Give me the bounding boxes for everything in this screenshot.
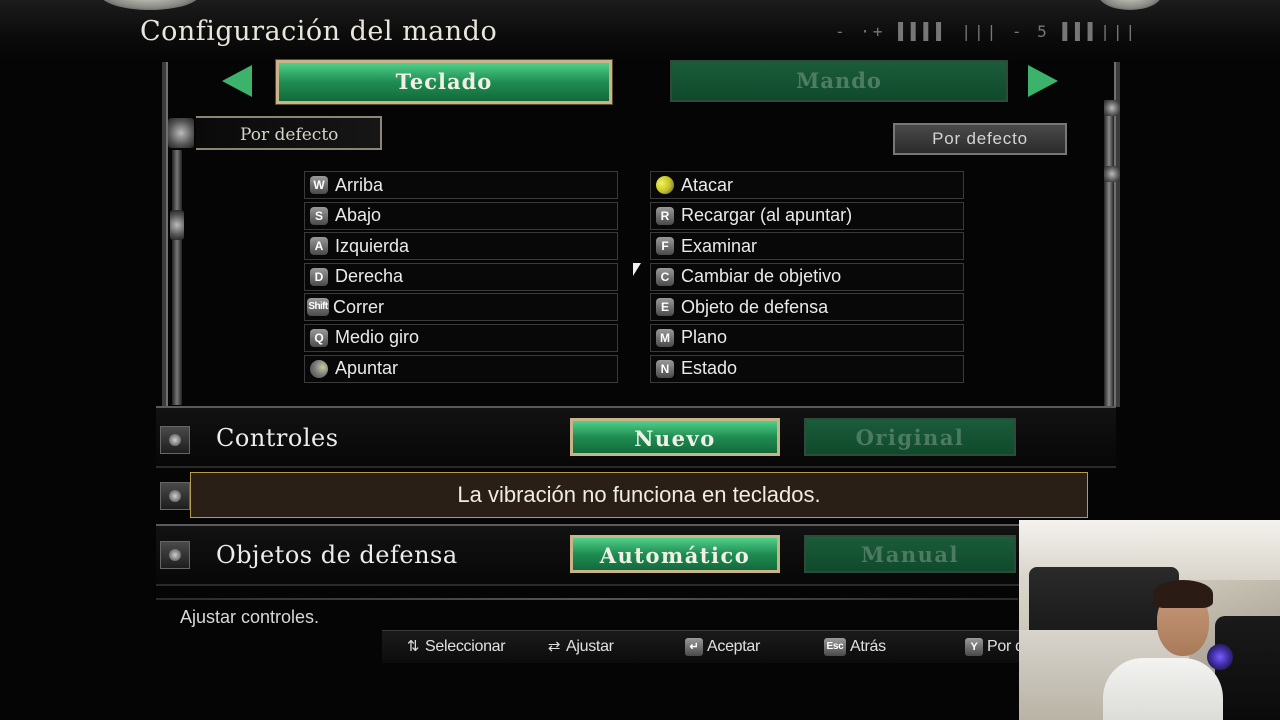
side-bolt-icon [160,541,190,569]
page-title: Configuración del mando [140,16,498,47]
objetos-automatico-button[interactable]: Automático [570,535,780,573]
webcam-person-hair [1153,580,1213,608]
binding-label: Apuntar [335,358,399,379]
legend-label: Seleccionar [425,638,506,655]
legend-atras: Esc Atrás [824,638,886,656]
enter-key-icon: ↵ [685,638,703,656]
key-q-icon: Q [310,328,328,347]
binding-row-correr[interactable]: Shift Correr [304,293,618,322]
y-key-icon: Y [965,638,983,656]
objetos-manual-button[interactable]: Manual [804,535,1016,573]
key-w-icon: W [310,176,328,194]
frame-bolt [1104,100,1120,116]
side-bolt-icon [160,426,190,454]
help-hint: Ajustar controles. [180,607,320,627]
key-shift-icon: Shift [307,298,329,317]
key-s-icon: S [310,206,328,225]
key-e-icon: E [656,298,674,317]
bindings-column-left: W Arriba S Abajo A Izquierda D Derecha S… [304,171,618,385]
controles-original-button[interactable]: Original [804,418,1016,456]
next-tab-arrow-icon[interactable] [1028,65,1058,97]
webcam-person-body [1103,658,1223,720]
webcam-overlay [1019,520,1280,720]
binding-row-objeto-defensa[interactable]: E Objeto de defensa [650,293,964,322]
binding-label: Arriba [335,174,384,195]
binding-label: Examinar [681,235,758,256]
binding-label: Recargar (al apuntar) [681,205,853,226]
legend-seleccionar: ⇅ Seleccionar [404,638,506,656]
controls-legend-bar: ⇅ Seleccionar ⇄ Ajustar ↵ Aceptar Esc At… [382,630,1020,663]
prev-tab-arrow-icon[interactable] [222,65,252,97]
key-n-icon: N [656,359,674,378]
tab-mando[interactable]: Mando [670,60,1008,102]
legend-ajustar: ⇄ Ajustar [545,638,614,656]
side-bolt-icon [160,482,190,510]
bottom-divider [156,598,1018,600]
preset-current-label: Por defecto [196,116,382,150]
key-f-icon: F [656,237,674,256]
key-c-icon: C [656,267,674,286]
binding-label: Abajo [335,205,382,226]
frame-pipe-right [1104,100,1114,410]
binding-row-recargar[interactable]: R Recargar (al apuntar) [650,201,964,230]
binding-label: Cambiar de objetivo [681,266,842,287]
binding-row-atacar[interactable]: Atacar [650,171,964,199]
binding-label: Medio giro [335,327,420,348]
objetos-defensa-label: Objetos de defensa [216,541,458,569]
updown-arrows-icon: ⇅ [406,638,420,655]
legend-label: Aceptar [707,638,761,655]
binding-label: Plano [681,327,728,348]
key-m-icon: M [656,328,674,347]
legend-label: Atrás [850,638,886,655]
binding-label: Atacar [681,174,734,195]
binding-label: Estado [681,358,738,379]
binding-row-izquierda[interactable]: A Izquierda [304,232,618,261]
controles-nuevo-button[interactable]: Nuevo [570,418,780,456]
binding-label: Correr [333,296,385,317]
preset-default-button[interactable]: Por defecto [893,123,1067,155]
binding-row-derecha[interactable]: D Derecha [304,262,618,291]
legend-label: Ajustar [566,638,614,655]
binding-row-abajo[interactable]: S Abajo [304,201,618,230]
tab-teclado[interactable]: Teclado [276,60,612,104]
leftright-arrows-icon: ⇄ [547,638,561,655]
title-decoration: - ·+ ▌▌▌▌ ||| - 5 ▌▌▌||| [835,22,1139,41]
legend-aceptar: ↵ Aceptar [685,638,760,656]
frame-clamp [170,210,184,240]
vibration-message: La vibración no funciona en teclados. [190,472,1088,518]
binding-row-arriba[interactable]: W Arriba [304,171,618,199]
binding-label: Derecha [335,266,404,287]
legend-por-defecto: Y Por defecto [965,638,1020,656]
binding-row-estado[interactable]: N Estado [650,354,964,383]
key-d-icon: D [310,267,328,286]
binding-row-apuntar[interactable]: Apuntar [304,354,618,383]
binding-label: Objeto de defensa [681,296,829,317]
legend-label: Por defecto [987,638,1020,655]
key-a-icon: A [310,237,328,256]
binding-row-examinar[interactable]: F Examinar [650,232,964,261]
key-r-icon: R [656,206,674,225]
frame-bolt [1104,166,1120,182]
binding-row-cambiar-objetivo[interactable]: C Cambiar de objetivo [650,262,964,291]
mouse-right-icon [310,359,328,378]
bindings-column-right: Atacar R Recargar (al apuntar) F Examina… [650,171,964,385]
frame-bracket [168,118,194,148]
mouse-cursor-icon [633,263,641,276]
frame-pipe-left [172,150,182,405]
binding-label: Izquierda [335,235,410,256]
binding-row-medio-giro[interactable]: Q Medio giro [304,323,618,352]
mouse-left-icon [656,176,674,194]
microphone-icon [1207,644,1233,670]
esc-key-icon: Esc [824,638,846,656]
binding-row-plano[interactable]: M Plano [650,323,964,352]
controles-label: Controles [216,424,339,452]
